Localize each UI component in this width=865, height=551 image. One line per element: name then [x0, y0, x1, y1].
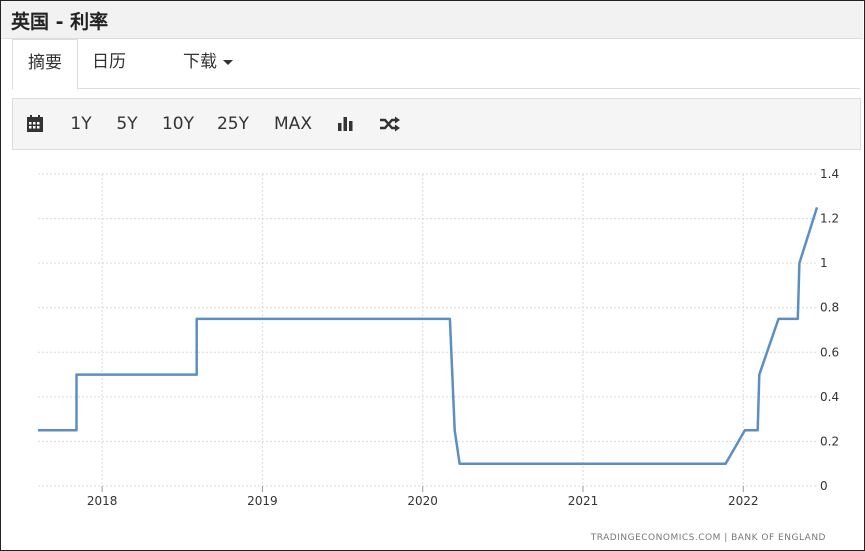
chart-toolbar: 1Y 5Y 10Y 25Y MAX [12, 98, 861, 150]
tab-calendar[interactable]: 日历 [80, 39, 138, 87]
y-tick-label: 0.2 [820, 434, 839, 448]
interest-rate-line [38, 207, 819, 465]
y-tick-label: 0 [820, 479, 828, 493]
y-tick-label: 0.8 [820, 301, 839, 315]
calendar-button[interactable] [23, 99, 47, 149]
chart-type-button[interactable] [335, 99, 357, 149]
y-tick-label: 1.4 [820, 167, 839, 181]
range-max-button[interactable]: MAX [269, 99, 317, 149]
tab-download-label: 下载 [183, 52, 217, 72]
y-tick-label: 1.2 [820, 212, 839, 226]
range-5y-button[interactable]: 5Y [111, 99, 143, 149]
tab-summary[interactable]: 摘要 [12, 39, 78, 90]
y-axis-labels: 0 0.2 0.4 0.6 0.8 1 1.2 1.4 [820, 167, 839, 493]
x-tick-label: 2020 [407, 494, 438, 508]
tab-bar: 摘要 日历 下载 [12, 39, 860, 90]
y-tick-label: 1 [820, 256, 828, 270]
x-tick-label: 2021 [568, 494, 599, 508]
bar-chart-icon [338, 117, 353, 131]
range-1y-button[interactable]: 1Y [65, 99, 97, 149]
calendar-icon [27, 115, 43, 132]
source-credit: TRADINGECONOMICS.COM | BANK OF ENGLAND [590, 533, 826, 543]
title-bar: 英国 - 利率 [1, 1, 863, 39]
x-tick-label: 2019 [247, 494, 278, 508]
range-25y-button[interactable]: 25Y [213, 99, 253, 149]
compare-button[interactable] [377, 99, 403, 149]
chart-series [38, 207, 819, 465]
interest-rate-chart: 0 0.2 0.4 0.6 0.8 1 1.2 1.4 2018 2019 2020 2021 202… [38, 167, 839, 543]
chart-grid [38, 173, 817, 492]
shuffle-icon [380, 116, 400, 132]
tab-download[interactable]: 下载 [172, 39, 244, 87]
x-tick-label: 2022 [728, 494, 759, 508]
range-10y-button[interactable]: 10Y [158, 99, 198, 149]
chevron-down-icon [223, 59, 233, 65]
tab-summary-label: 摘要 [28, 53, 62, 73]
y-tick-label: 0.4 [820, 390, 839, 404]
y-tick-label: 0.6 [820, 345, 839, 359]
x-tick-label: 2018 [87, 494, 118, 508]
page-title: 英国 - 利率 [11, 11, 109, 33]
tab-calendar-label: 日历 [92, 52, 126, 72]
x-axis-labels: 2018 2019 2020 2021 2022 [87, 494, 759, 508]
